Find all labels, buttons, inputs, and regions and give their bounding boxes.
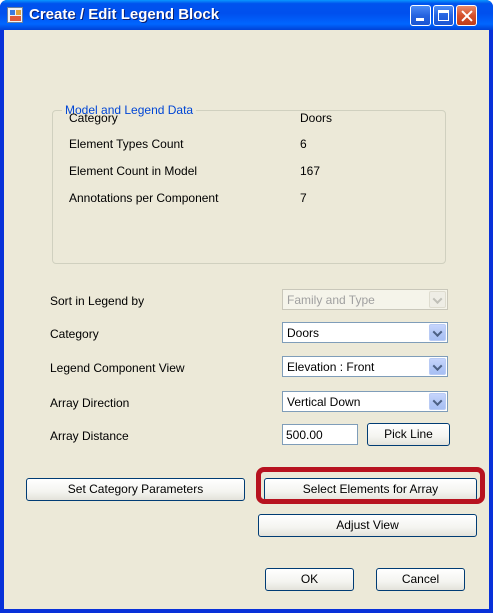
maximize-button[interactable]	[433, 5, 454, 26]
ok-button[interactable]: OK	[265, 568, 354, 591]
info-label-category: Category	[69, 111, 118, 125]
category-select-value: Doors	[287, 326, 320, 340]
set-category-parameters-button[interactable]: Set Category Parameters	[26, 478, 245, 501]
window-title: Create / Edit Legend Block	[29, 6, 220, 23]
category-label: Category	[50, 327, 99, 341]
adjust-view-button[interactable]: Adjust View	[258, 514, 477, 537]
app-icon[interactable]	[7, 7, 23, 23]
info-value-element-types-count: 6	[300, 137, 307, 151]
minimize-button[interactable]	[410, 5, 431, 26]
sort-label: Sort in Legend by	[50, 294, 145, 308]
chevron-down-icon[interactable]	[429, 324, 446, 341]
highlight-annotation	[256, 467, 485, 504]
dialog-client-area: Model and Legend Data Category Doors Ele…	[4, 30, 489, 609]
view-select-value: Elevation : Front	[287, 360, 375, 374]
title-bar[interactable]: Create / Edit Legend Block	[0, 0, 493, 30]
sort-select-value: Family and Type	[287, 293, 375, 307]
minimize-icon	[416, 18, 424, 21]
distance-input-value: 500.00	[286, 428, 323, 442]
info-value-category: Doors	[300, 111, 333, 125]
cancel-button[interactable]: Cancel	[376, 568, 465, 591]
pick-line-button[interactable]: Pick Line	[367, 423, 450, 446]
chevron-down-icon[interactable]	[429, 358, 446, 375]
info-label-element-count: Element Count in Model	[69, 164, 198, 178]
view-label: Legend Component View	[50, 361, 185, 375]
dialog-window: Create / Edit Legend Block Model and Leg…	[0, 0, 493, 613]
info-label-element-types-count: Element Types Count	[69, 137, 184, 151]
info-value-annotations: 7	[300, 191, 307, 205]
direction-select[interactable]: Vertical Down	[282, 391, 448, 412]
maximize-icon	[438, 10, 449, 21]
info-label-annotations: Annotations per Component	[69, 191, 219, 205]
direction-select-value: Vertical Down	[287, 395, 361, 409]
info-value-element-count: 167	[300, 164, 321, 178]
distance-input[interactable]: 500.00	[282, 424, 358, 445]
close-button[interactable]	[456, 5, 477, 26]
chevron-down-icon[interactable]	[429, 393, 446, 410]
sort-select: Family and Type	[282, 289, 448, 310]
distance-label: Array Distance	[50, 429, 129, 443]
chevron-down-icon	[429, 291, 446, 308]
view-select[interactable]: Elevation : Front	[282, 356, 448, 377]
direction-label: Array Direction	[50, 396, 130, 410]
model-legend-data-group	[52, 110, 446, 264]
category-select[interactable]: Doors	[282, 322, 448, 343]
